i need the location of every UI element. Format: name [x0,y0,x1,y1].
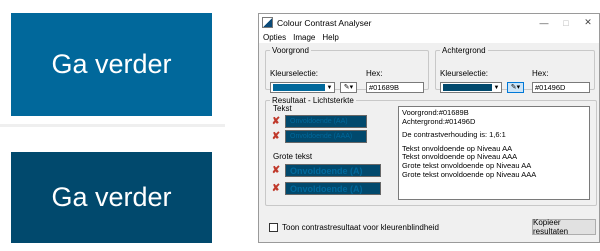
result-box-large-aa: Onvoldoende (A) [285,164,381,177]
result-box-text-aaa: Onvoldoende (AAA) [285,130,367,143]
background-legend: Achtergrond [442,46,486,55]
result-box-large-aaa: Onvoldoende (A) [285,182,381,195]
foreground-legend: Voorgrond [272,46,309,55]
copy-results-button[interactable]: Kopieer resultaten [532,218,596,236]
result-row-large-aa: ✘ Onvoldoende (A) [271,164,381,177]
colorblind-checkbox[interactable] [269,223,278,232]
background-selection-label: Kleurselectie: [440,69,489,78]
window-title: Colour Contrast Analyser [277,17,372,28]
foreground-color-dropdown[interactable]: ▼ [270,82,335,93]
menu-image[interactable]: Image [293,33,315,42]
text-section-label: Tekst [273,104,292,113]
chevron-down-icon: ▼ [493,84,500,91]
sample-divider [0,124,225,127]
result-report[interactable]: Voorgrond:#01689B Achtergrond:#01496D De… [398,106,590,200]
app-icon [262,17,273,28]
result-row-text-aa: ✘ Onvoldoende (AA) [271,115,367,128]
colorblind-checkbox-label: Toon contrastresultaat voor kleurenblind… [282,223,439,232]
sample-button-primary[interactable]: Ga verder [11,13,212,116]
report-line: De contrastverhouding is: 1,6:1 [402,130,506,140]
screenshot-stage: Ga verder Ga verder Colour Contrast Anal… [0,0,600,251]
eyedropper-icon[interactable]: ✎▾ [340,82,357,93]
result-row-large-aaa: ✘ Onvoldoende (A) [271,182,381,195]
result-row-text-aaa: ✘ Onvoldoende (AAA) [271,130,367,143]
background-color-dropdown[interactable]: ▼ [440,82,502,93]
cca-window: Colour Contrast Analyser — □ ✕ Opties Im… [258,13,600,243]
background-group: Achtergrond Kleurselectie: Hex: ▼ ✎▾ #01… [435,46,595,93]
x-mark-icon: ✘ [271,116,281,127]
close-icon[interactable]: ✕ [577,17,599,28]
foreground-swatch [273,84,325,91]
title-bar[interactable]: Colour Contrast Analyser — □ ✕ [259,14,599,31]
background-hex-input[interactable]: #01496D [532,82,590,93]
menu-opties[interactable]: Opties [263,33,286,42]
large-text-section-label: Grote tekst [273,152,313,161]
colorblind-checkbox-row[interactable]: Toon contrastresultaat voor kleurenblind… [269,223,439,232]
sample-button-label: Ga verder [51,182,172,212]
report-line: Achtergrond:#01496D [402,116,476,126]
background-swatch [443,84,492,91]
sample-button-label: Ga verder [51,49,172,79]
report-line: Grote tekst onvoldoende op Niveau AAA [402,169,537,179]
menu-bar: Opties Image Help [259,31,599,43]
foreground-group: Voorgrond Kleurselectie: Hex: ▼ ✎▾ #0168… [265,46,429,93]
foreground-hex-label: Hex: [366,69,383,78]
x-mark-icon: ✘ [271,165,281,176]
foreground-hex-input[interactable]: #01689B [366,82,424,93]
chevron-down-icon: ▼ [326,84,333,91]
eyedropper-icon[interactable]: ✎▾ [507,82,524,93]
background-hex-label: Hex: [532,69,549,78]
minimize-icon[interactable]: — [533,18,555,28]
x-mark-icon: ✘ [271,183,281,194]
sample-button-dark[interactable]: Ga verder [11,152,212,243]
result-box-text-aa: Onvoldoende (AA) [285,115,367,128]
x-mark-icon: ✘ [271,131,281,142]
maximize-icon[interactable]: □ [555,18,577,28]
foreground-selection-label: Kleurselectie: [270,69,319,78]
menu-help[interactable]: Help [322,33,338,42]
